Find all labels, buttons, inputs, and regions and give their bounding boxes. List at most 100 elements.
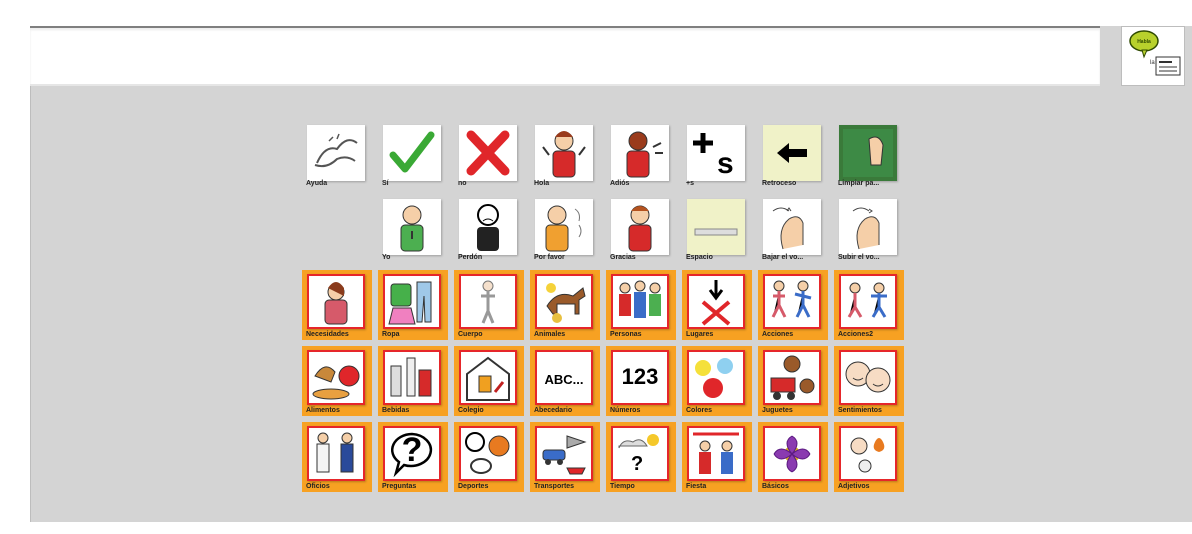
- space-bar-icon: [694, 228, 738, 236]
- alphabet-icon: ABC...: [545, 372, 584, 387]
- category-label: Adjetivos: [838, 483, 870, 490]
- category-label: Lugares: [686, 331, 714, 338]
- category-oficios-button[interactable]: Oficios: [302, 422, 372, 492]
- clothes-icon: [388, 281, 432, 325]
- questions-icon: ?: [391, 431, 433, 478]
- category-transportes-button[interactable]: Transportes: [530, 422, 600, 492]
- button-label: Adiós: [610, 180, 630, 187]
- category-juguetes-button[interactable]: Juguetes: [758, 346, 828, 416]
- body-icon: [481, 280, 495, 324]
- toys-icon: [770, 355, 815, 400]
- drinks-icon: [390, 357, 432, 397]
- category-fiesta-button[interactable]: Fiesta: [682, 422, 752, 492]
- perdon-button[interactable]: Perdón: [454, 194, 524, 264]
- category-label: Preguntas: [382, 483, 417, 490]
- category-ropa-button[interactable]: Ropa: [378, 270, 448, 340]
- category-n-meros-button[interactable]: 123 Números: [606, 346, 676, 416]
- category-label: Sentimientos: [838, 407, 882, 414]
- party-icon: [693, 432, 739, 474]
- volume-down-icon: [772, 207, 804, 250]
- animals-icon: [546, 283, 586, 323]
- backspace-arrow-icon: [777, 143, 807, 163]
- actions-icon: [771, 280, 812, 318]
- thanks-icon: [628, 205, 652, 252]
- category-label: Ropa: [382, 331, 400, 338]
- category-alimentos-button[interactable]: Alimentos: [302, 346, 372, 416]
- wave-goodbye-icon: [626, 131, 663, 178]
- category-label: Alimentos: [306, 407, 340, 414]
- subir-volumen-button[interactable]: Subir el vo...: [834, 194, 904, 264]
- checkmark-icon: [389, 131, 435, 173]
- retroceso-button[interactable]: Retroceso: [758, 120, 828, 190]
- category-colores-button[interactable]: Colores: [682, 346, 752, 416]
- button-label: Ayuda: [306, 180, 328, 187]
- sorry-icon: [477, 204, 499, 251]
- category-tiempo-button[interactable]: ? Tiempo: [606, 422, 676, 492]
- button-label: Bajar el vo...: [762, 254, 804, 261]
- category-animales-button[interactable]: Animales: [530, 270, 600, 340]
- category-sentimientos-button[interactable]: Sentimientos: [834, 346, 904, 416]
- category-label: Juguetes: [762, 407, 793, 414]
- jobs-icon: [316, 432, 354, 473]
- category-acciones2-button[interactable]: Acciones2: [834, 270, 904, 340]
- food-icon: [312, 365, 360, 400]
- category-lugares-button[interactable]: Lugares: [682, 270, 752, 340]
- colors-icon: [695, 358, 733, 398]
- volume-up-icon: [852, 207, 880, 250]
- category-acciones-button[interactable]: Acciones: [758, 270, 828, 340]
- symbol-grid: Ayuda Sí no Hola Adiós s +s Retroceso Li…: [300, 118, 904, 494]
- message-bar[interactable]: [30, 26, 1100, 86]
- button-label: Por favor: [534, 254, 565, 261]
- category-adjetivos-button[interactable]: Adjetivos: [834, 422, 904, 492]
- si-button[interactable]: Sí: [378, 120, 448, 190]
- speak-button[interactable]: Habla la: [1121, 26, 1185, 86]
- wave-hello-icon: [542, 131, 586, 178]
- help-hands-icon: [314, 133, 358, 168]
- category-b-sicos-button[interactable]: Básicos: [758, 422, 828, 492]
- people-icon: [619, 280, 661, 318]
- category-abecedario-button[interactable]: ABC... Abecedario: [530, 346, 600, 416]
- category-cuerpo-button[interactable]: Cuerpo: [454, 270, 524, 340]
- category-label: Deportes: [458, 483, 489, 490]
- category-label: Básicos: [762, 483, 789, 490]
- porfavor-button[interactable]: Por favor: [530, 194, 600, 264]
- category-label: Abecedario: [534, 407, 573, 414]
- svg-text:la: la: [1150, 60, 1155, 66]
- needs-icon: [324, 282, 348, 325]
- hola-button[interactable]: Hola: [530, 120, 600, 190]
- symbol-glyph: 123: [622, 364, 659, 389]
- category-personas-button[interactable]: Personas: [606, 270, 676, 340]
- category-colegio-button[interactable]: Colegio: [454, 346, 524, 416]
- yo-button[interactable]: Yo: [378, 194, 448, 264]
- plural-button[interactable]: s +s: [682, 120, 752, 190]
- button-label: Perdón: [458, 254, 483, 261]
- category-label: Cuerpo: [458, 331, 483, 338]
- adios-button[interactable]: Adiós: [606, 120, 676, 190]
- clear-board-icon: [843, 129, 893, 177]
- espacio-button[interactable]: Espacio: [682, 194, 752, 264]
- category-deportes-button[interactable]: Deportes: [454, 422, 524, 492]
- bajar-volumen-button[interactable]: Bajar el vo...: [758, 194, 828, 264]
- button-label: Gracias: [610, 254, 636, 261]
- svg-text:?: ?: [631, 453, 643, 475]
- category-necesidades-button[interactable]: Necesidades: [302, 270, 372, 340]
- symbol-glyph: ?: [402, 431, 423, 469]
- speak-caption: Habla: [1137, 39, 1151, 45]
- cross-icon: [466, 130, 510, 176]
- category-label: Tiempo: [610, 483, 635, 490]
- button-label: +s: [686, 180, 694, 187]
- category-preguntas-button[interactable]: ? Preguntas: [378, 422, 448, 492]
- gracias-button[interactable]: Gracias: [606, 194, 676, 264]
- weather-icon: ?: [618, 434, 659, 475]
- feelings-icon: [845, 361, 891, 393]
- limpiar-button[interactable]: Limpiar pa...: [834, 120, 904, 190]
- category-label: Personas: [610, 331, 642, 338]
- no-button[interactable]: no: [454, 120, 524, 190]
- button-label: Yo: [382, 254, 391, 261]
- button-label: Limpiar pa...: [838, 180, 880, 187]
- speak-bubble-icon: Habla la: [1129, 30, 1181, 76]
- transport-icon: [542, 435, 587, 475]
- category-label: Números: [610, 407, 641, 414]
- category-bebidas-button[interactable]: Bebidas: [378, 346, 448, 416]
- ayuda-button[interactable]: Ayuda: [302, 120, 372, 190]
